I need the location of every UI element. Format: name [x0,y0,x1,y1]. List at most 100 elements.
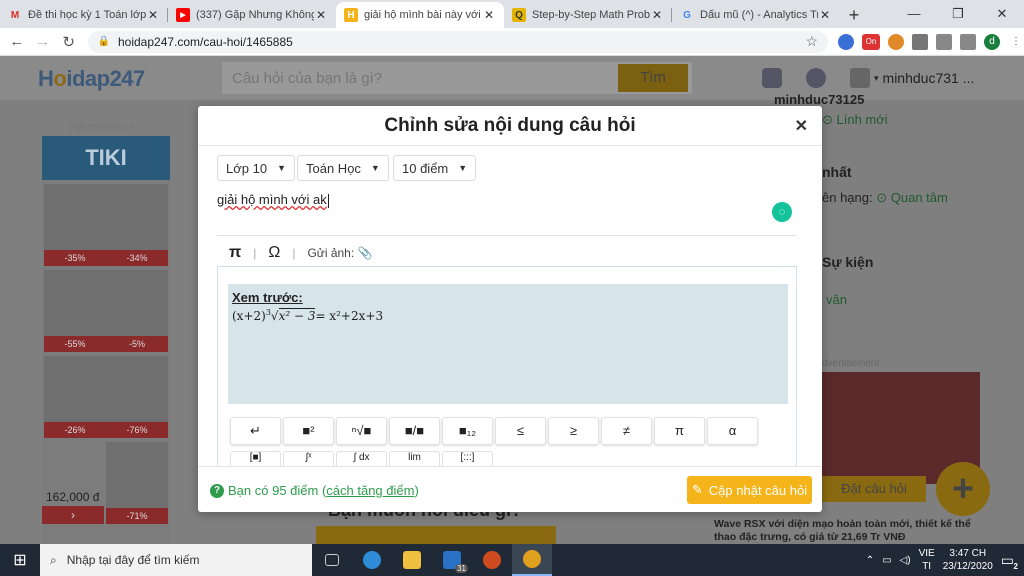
browser-tab-4[interactable]: G Dấu mũ (^) - Analytics Trợ giú ✕ [672,2,840,28]
alpha-button[interactable]: α [707,417,758,445]
site-logo[interactable]: Hoidap247 [38,66,145,92]
bookmark-star-icon[interactable]: ☆ [805,33,818,50]
bell-icon[interactable] [806,68,826,88]
language-indicator[interactable]: VIE TI [919,547,935,573]
reading-list-icon[interactable] [936,33,953,50]
network-icon[interactable]: ▭ [882,555,891,566]
add-question-fab[interactable]: + [936,462,990,516]
powerpoint-icon[interactable] [472,544,512,576]
chevron-up-icon[interactable]: ⌃ [866,555,874,566]
file-explorer-icon[interactable] [392,544,432,576]
chat-icon[interactable] [762,68,782,88]
mail-icon[interactable]: 31 [432,544,472,576]
extension-icon[interactable] [838,33,855,50]
best-label: nhất [822,164,852,180]
ad-product[interactable]: -26% [44,356,106,438]
van-link[interactable]: vân [826,292,847,307]
close-window-icon[interactable]: ✕ [980,0,1024,28]
lock-icon[interactable]: 🔒 [98,36,110,47]
media-icon[interactable] [960,33,977,50]
question-input[interactable]: giải hộ mình với ak [217,192,329,208]
windows-start-icon[interactable]: ⊞ [0,550,40,570]
task-view-icon[interactable] [312,544,352,576]
power-button[interactable]: ■² [283,417,334,445]
forward-icon[interactable]: → [30,33,56,50]
notification-icon[interactable]: ▭ 2 [1001,552,1018,571]
close-icon[interactable]: ✕ [795,116,808,136]
site-search-input[interactable] [222,62,612,94]
enter-button[interactable]: ↵ [230,417,281,445]
extension-icon[interactable] [888,33,905,50]
update-question-button[interactable]: ✎ Cập nhật câu hỏi [687,476,812,504]
math-buttons-row2: [■] ∫ˣ ∫ dx lim [:::] [230,451,493,467]
profile-avatar[interactable]: d [984,33,1001,50]
extensions-area: On d ⋮ [838,33,1024,50]
ask-question-button[interactable]: Đặt câu hỏi [822,476,926,502]
address-bar: ← → ↻ 🔒 hoidap247.com/cau-hoi/1465885 ☆ … [0,28,1024,56]
mail-badge: 31 [455,564,468,573]
close-tab-icon[interactable]: ✕ [650,8,664,22]
limit-button[interactable]: lim [389,451,440,467]
discount-badge: -5% [106,336,168,352]
pi-tool-button[interactable]: π [229,244,241,262]
omega-tool-button[interactable]: Ω [268,244,280,262]
ask-banner-button[interactable] [316,526,556,544]
url-text: hoidap247.com/cau-hoi/1465885 [117,34,293,49]
grammarly-icon[interactable]: ◌ [772,202,792,222]
greater-equal-button[interactable]: ≥ [548,417,599,445]
extension-on-icon[interactable]: On [862,33,881,50]
menu-dots-icon[interactable]: ⋮ [1008,34,1024,50]
ad-next-button[interactable]: › [42,506,104,524]
minimize-icon[interactable]: — [892,0,936,28]
search-button[interactable]: Tìm [618,64,688,92]
ad-product[interactable]: -76% [106,356,168,438]
close-tab-icon[interactable]: ✕ [482,8,496,22]
volume-icon[interactable]: ◁) [900,555,911,566]
points-select[interactable]: 10 điểm ▼ [393,155,477,181]
avatar [850,68,870,88]
subscript-button[interactable]: ■₁₂ [442,417,493,445]
expr-right: = x²+2x+3 [315,309,384,323]
browser-tab-2[interactable]: H giải hộ mình bài này với ak ✕ [336,2,504,28]
reload-icon[interactable]: ↻ [56,33,82,51]
paperclip-icon[interactable]: 📎 [358,246,373,260]
edge-icon[interactable] [352,544,392,576]
separator: | [292,246,296,260]
ad-product[interactable]: -35% [44,184,106,266]
grid-matrix-button[interactable]: [:::] [442,451,493,467]
clock[interactable]: 3:47 CH 23/12/2020 [943,547,993,573]
grade-select[interactable]: Lớp 10 ▼ [217,155,295,181]
ad-product[interactable]: -55% [44,270,106,352]
root-button[interactable]: ⁿ√■ [336,417,387,445]
subject-select[interactable]: Toán Học ▼ [297,155,389,181]
not-equal-button[interactable]: ≠ [601,417,652,445]
chrome-icon[interactable] [512,544,552,576]
pi-button[interactable]: π [654,417,705,445]
logo-o: o [53,66,67,91]
new-tab-button[interactable]: + [840,2,868,28]
close-tab-icon[interactable]: ✕ [818,8,832,22]
close-tab-icon[interactable]: ✕ [314,8,328,22]
ad-caption[interactable]: Wave RSX với diện mạo hoàn toàn mới, thi… [714,518,982,544]
integral-button[interactable]: ∫ dx [336,451,387,467]
browser-tab-1[interactable]: ▶ (337) Gặp Nhưng Không ✕ [168,2,336,28]
browser-tab-3[interactable]: Q Step-by-Step Math Problem ✕ [504,2,672,28]
fraction-button[interactable]: ■/■ [389,417,440,445]
matrix-button[interactable]: [■] [230,451,281,467]
integral-limits-button[interactable]: ∫ˣ [283,451,334,467]
ad-product[interactable]: -34% [106,184,168,266]
url-field[interactable]: 🔒 hoidap247.com/cau-hoi/1465885 ☆ [87,30,829,53]
close-tab-icon[interactable]: ✕ [146,8,160,22]
ad-product[interactable]: -5% [106,270,168,352]
taskbar-search[interactable]: ⌕ Nhập tại đây để tìm kiếm [40,544,312,576]
less-equal-button[interactable]: ≤ [495,417,546,445]
back-icon[interactable]: ← [4,33,30,50]
puzzle-icon[interactable] [912,33,929,50]
ad-product[interactable]: -71% [106,442,168,524]
user-menu[interactable]: ▾ minhduc731 ... [850,68,974,88]
attach-label[interactable]: Gửi ảnh: 📎 [307,246,372,260]
tiki-logo[interactable]: TIKI [42,136,170,180]
increase-points-link[interactable]: cách tăng điểm [326,483,414,498]
browser-tab-0[interactable]: M Đề thi học kỳ 1 Toán lớp 10 ✕ [0,2,168,28]
restore-icon[interactable]: ❐ [936,0,980,28]
